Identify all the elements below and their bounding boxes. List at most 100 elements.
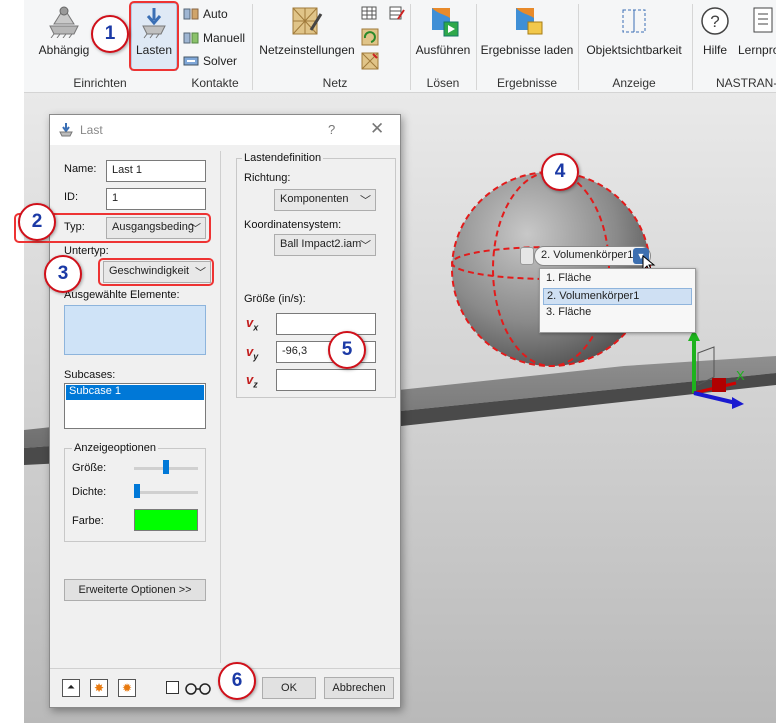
id-field[interactable]: 1 — [106, 188, 206, 210]
help-icon: ? — [701, 7, 729, 35]
object-visibility-icon — [622, 9, 646, 33]
table-edit-icon — [389, 6, 405, 20]
mesh-settings-icon — [292, 7, 323, 35]
triad-x-letter-icon: X — [736, 368, 745, 383]
group-anzeige: Anzeige — [612, 76, 656, 90]
richtung-select[interactable]: Komponenten ﹀ — [274, 189, 376, 211]
auto-contact-icon — [183, 8, 199, 20]
run-icon — [432, 8, 459, 37]
mesh-refresh-button[interactable] — [361, 28, 379, 46]
manual-contact-icon — [183, 32, 199, 44]
auto-button[interactable]: Auto — [183, 6, 228, 22]
ausfuehren-button[interactable]: Ausführen — [414, 4, 472, 57]
anzeigeoptionen-label: Anzeigeoptionen — [72, 442, 158, 454]
subcase-item[interactable]: Subcase 1 — [66, 385, 204, 400]
lernpro-button[interactable]: Lernpro — [738, 4, 776, 57]
triad-z-arrow-icon — [732, 397, 744, 409]
callout-5: 5 — [328, 331, 366, 369]
preview-checkbox[interactable] — [166, 681, 179, 694]
glasses-icon — [185, 683, 211, 695]
vz-label: vz — [246, 372, 258, 390]
untertyp-label: Untertyp: — [64, 245, 109, 257]
dichte-slider[interactable] — [134, 491, 198, 494]
learning-icon — [753, 7, 773, 33]
hilfe-button[interactable]: ? Hilfe — [698, 4, 732, 57]
richtung-value: Komponenten — [280, 193, 349, 205]
separator — [692, 4, 693, 90]
group-nastran: NASTRAN- — [716, 76, 776, 90]
groesse-slider-thumb[interactable] — [163, 460, 169, 474]
lernpro-label: Lernpro — [738, 43, 776, 57]
chevron-down-icon: ﹀ — [360, 240, 371, 252]
group-netz: Netz — [322, 76, 348, 90]
name-label: Name: — [64, 163, 97, 175]
ergebnisse-laden-label: Ergebnisse laden — [480, 43, 574, 57]
selected-elements-box[interactable] — [64, 305, 206, 355]
erweiterte-optionen-button[interactable]: Erweiterte Optionen >> — [64, 579, 206, 601]
group-einrichten: Einrichten — [73, 76, 127, 90]
koordinatensystem-select[interactable]: Ball Impact2.iam ﹀ — [274, 234, 376, 256]
abhaengig-label: Abhängig — [38, 43, 90, 57]
table-icon — [361, 6, 377, 20]
triad-z-axis — [693, 391, 737, 405]
selector-option-2[interactable]: 2. Volumenkörper1 — [543, 288, 692, 305]
group-ergebnisse: Ergebnisse — [496, 76, 558, 90]
mesh-local-button[interactable] — [361, 52, 379, 70]
mesh-refresh-icon — [361, 28, 379, 46]
name-field[interactable]: Last 1 — [106, 160, 206, 182]
separator — [252, 4, 253, 90]
burst-icon[interactable]: ✸ — [90, 679, 108, 697]
richtung-label: Richtung: — [244, 172, 291, 184]
svg-text:?: ? — [710, 12, 719, 31]
selector-option-3[interactable]: 3. Fläche — [543, 305, 692, 322]
callout-1: 1 — [91, 15, 129, 53]
abbrechen-button[interactable]: Abbrechen — [324, 677, 394, 699]
subcases-label: Subcases: — [64, 369, 116, 381]
dichte-label: Dichte: — [72, 486, 107, 498]
selector-current: 2. Volumenkörper1 — [541, 249, 634, 261]
callout-2: 2 — [18, 203, 56, 241]
subcases-list[interactable]: Subcase 1 — [64, 383, 206, 429]
manuell-button[interactable]: Manuell — [183, 30, 245, 46]
hilfe-label: Hilfe — [702, 43, 727, 57]
selector-grip[interactable] — [520, 247, 534, 265]
farbe-swatch[interactable] — [134, 509, 198, 531]
dialog-title: Last — [80, 123, 103, 137]
burst-multi-icon[interactable]: ✹ — [118, 679, 136, 697]
farbe-label: Farbe: — [72, 515, 104, 527]
ergebnisse-laden-button[interactable]: Ergebnisse laden — [480, 4, 574, 57]
manuell-label: Manuell — [203, 31, 246, 45]
selector-list[interactable]: 1. Fläche 2. Volumenkörper1 3. Fläche — [539, 268, 696, 333]
load-icon — [59, 123, 73, 137]
mesh-table-edit-button[interactable] — [389, 5, 405, 21]
triad-x-cube-icon — [712, 378, 726, 392]
load-results-icon — [516, 8, 543, 35]
callout-3: 3 — [44, 255, 82, 293]
dichte-slider-thumb[interactable] — [134, 484, 140, 498]
dialog-help-button[interactable]: ? — [328, 122, 335, 137]
netzeinstellungen-button[interactable]: Netzeinstellungen — [258, 4, 356, 57]
highlight-untertyp — [98, 258, 214, 286]
lastendefinition-label: Lastendefinition — [242, 152, 324, 164]
ok-button[interactable]: OK — [262, 677, 316, 699]
vz-field[interactable] — [276, 369, 376, 391]
callout-6: 6 — [218, 662, 256, 700]
vx-field[interactable] — [276, 313, 376, 335]
mesh-table-button[interactable] — [361, 5, 377, 21]
solver-button[interactable]: Solver — [183, 53, 237, 69]
abhaengig-button[interactable]: Abhängig — [34, 4, 94, 57]
expand-icon[interactable]: ⏶ — [62, 679, 80, 697]
vy-label: vy — [246, 344, 259, 362]
objektsichtbarkeit-label: Objektsichtbarkeit — [586, 43, 682, 57]
selector-option-1[interactable]: 1. Fläche — [543, 271, 692, 288]
objektsichtbarkeit-button[interactable]: Objektsichtbarkeit — [582, 4, 686, 57]
constraint-icon — [49, 6, 79, 39]
chevron-down-icon: ﹀ — [360, 195, 371, 207]
ausfuehren-label: Ausführen — [415, 43, 471, 57]
separator — [578, 4, 579, 90]
callout-4: 4 — [541, 153, 579, 191]
dialog-close-icon[interactable]: ✕ — [370, 119, 384, 139]
dialog-titlebar: Last ? ✕ — [50, 115, 400, 145]
vx-label: vx — [246, 315, 259, 333]
koordinatensystem-value: Ball Impact2.iam — [280, 238, 362, 250]
